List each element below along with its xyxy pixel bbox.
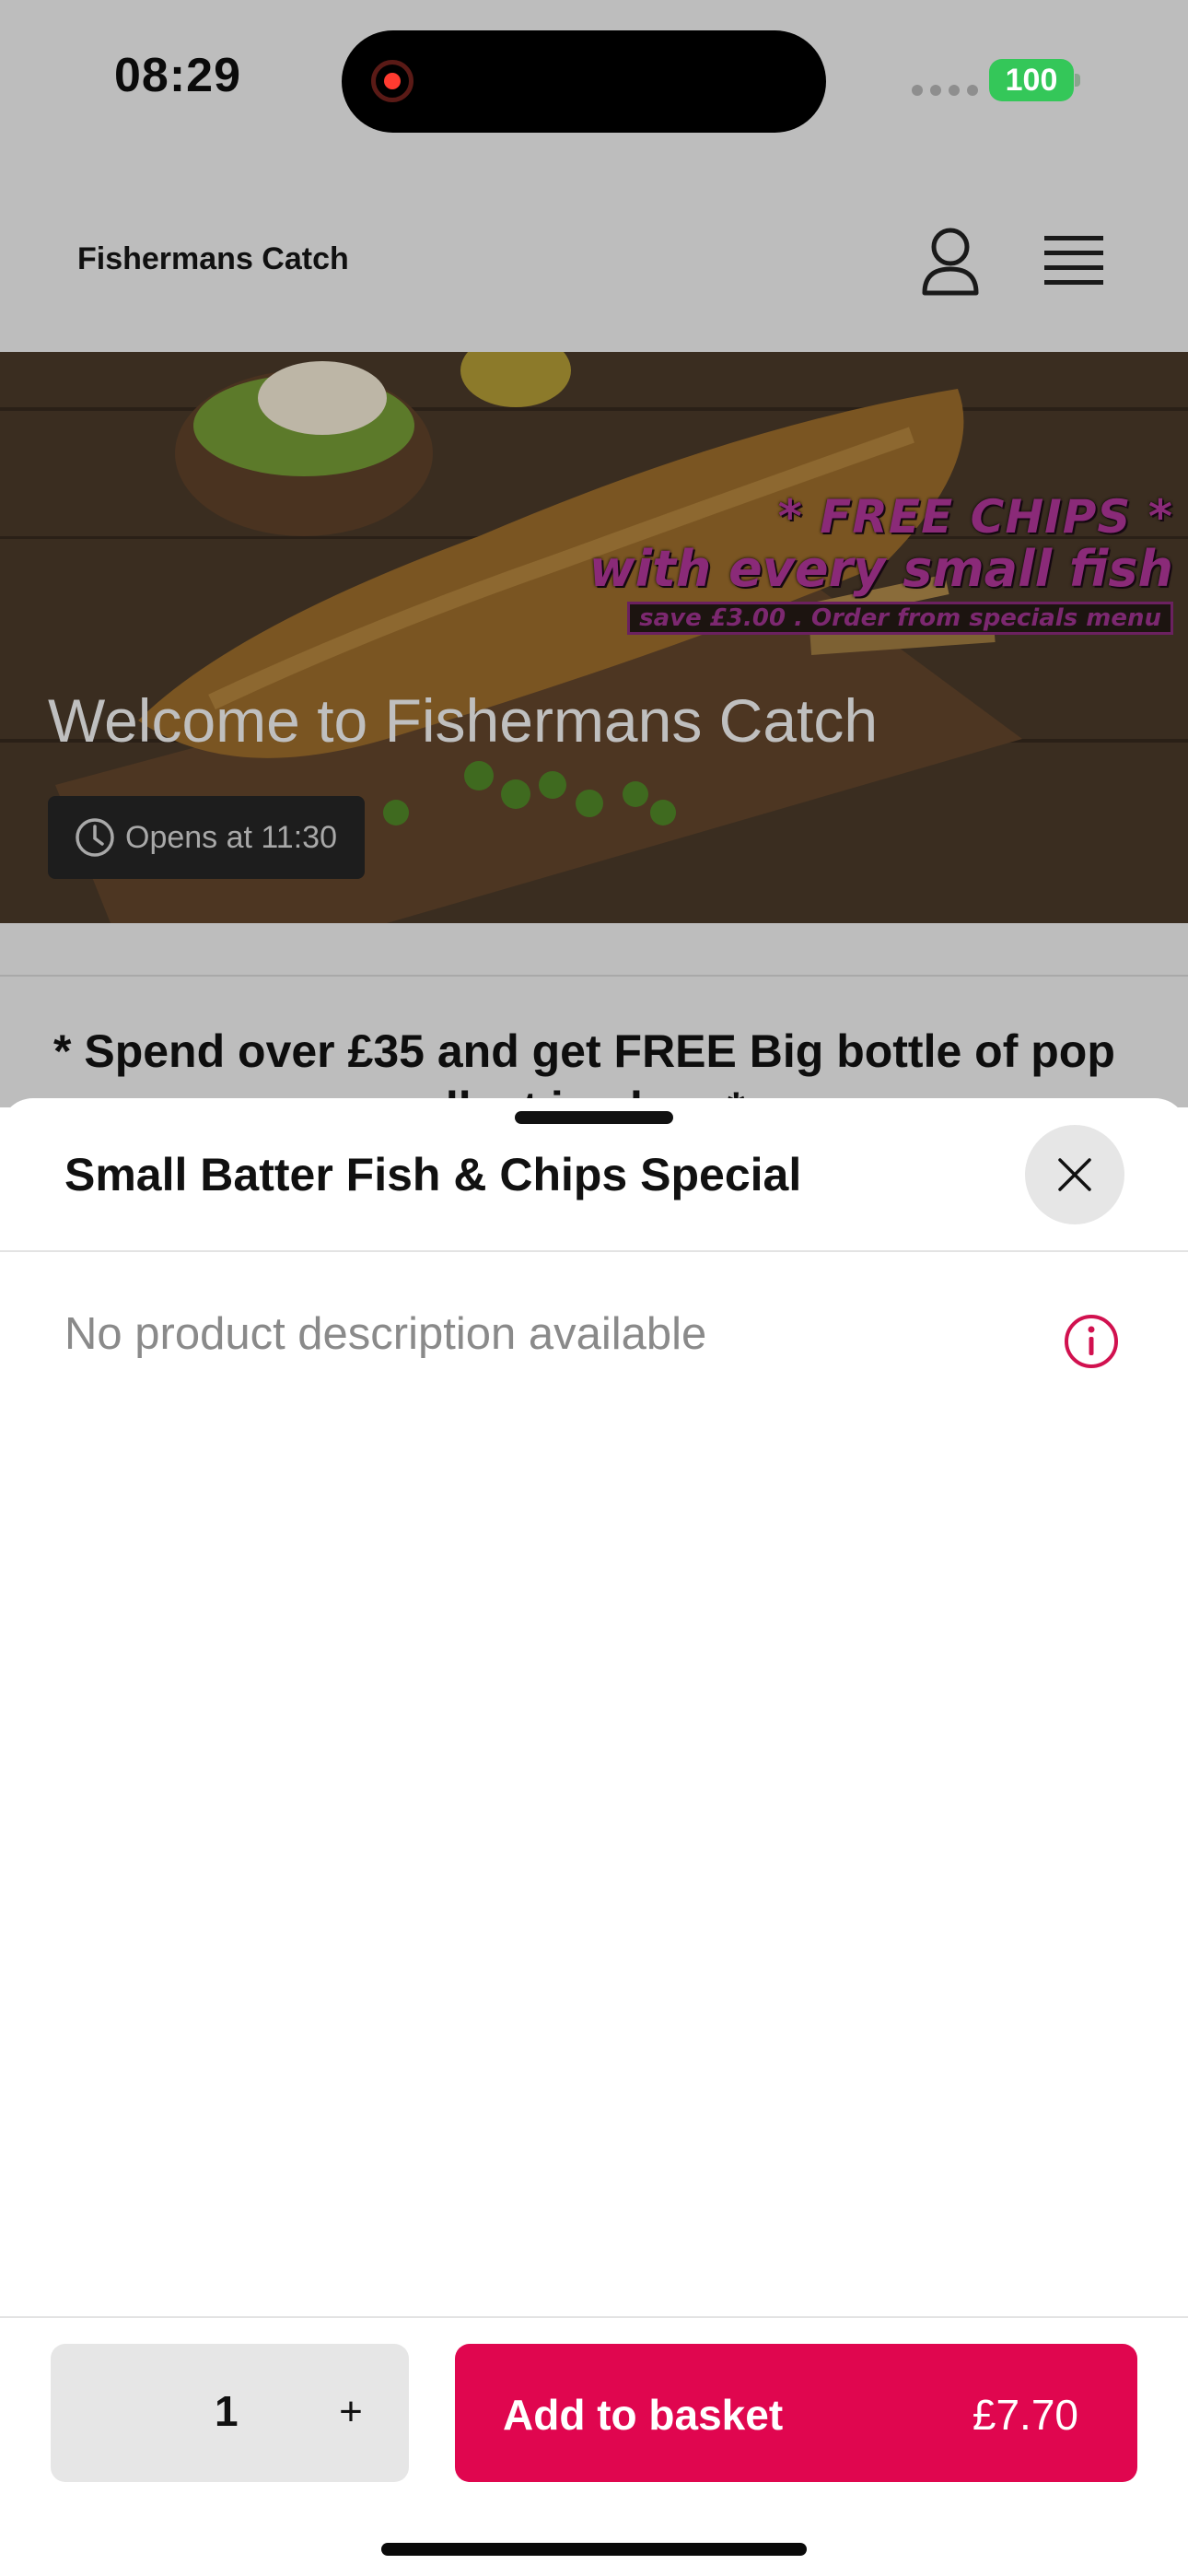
quantity-value: 1 (215, 2387, 239, 2435)
add-to-basket-button[interactable]: Add to basket £7.70 (455, 2344, 1137, 2482)
promo-subline: with every small fish (588, 540, 1173, 598)
product-title: Small Batter Fish & Chips Special (64, 1149, 802, 1200)
increment-button[interactable]: + (323, 2375, 379, 2449)
hero-banner: * FREE CHIPS * with every small fish sav… (0, 352, 1188, 923)
sheet-grabber[interactable] (515, 1111, 673, 1124)
sheet-divider (0, 1250, 1188, 1252)
opening-time-text: Opens at 11:30 (125, 820, 337, 855)
product-description: No product description available (64, 1309, 707, 1359)
status-bar: 08:29 100 (0, 0, 1188, 175)
clock-icon (76, 818, 114, 857)
info-icon[interactable] (1063, 1313, 1120, 1370)
page-content-behind: * Spend over £35 and get FREE Big bottle… (0, 923, 1188, 1134)
hero-title: Welcome to Fishermans Catch (48, 686, 879, 755)
add-to-basket-label: Add to basket (503, 2391, 784, 2439)
product-bottom-sheet: Small Batter Fish & Chips Special No pro… (0, 1098, 1188, 2576)
quantity-stepper[interactable]: 1 + (51, 2344, 409, 2482)
promo-overlay: * FREE CHIPS * with every small fish sav… (589, 490, 1173, 635)
footer-divider (0, 2316, 1188, 2318)
offer-banner-text: * Spend over £35 and get FREE Big bottle… (53, 1025, 1115, 1077)
battery-icon: 100 (989, 59, 1074, 101)
status-time: 08:29 (114, 49, 241, 102)
hamburger-menu-icon[interactable] (1044, 232, 1103, 287)
divider (0, 975, 1188, 977)
promo-headline: * FREE CHIPS * (777, 490, 1173, 544)
promo-note: save £3.00 . Order from specials menu (627, 602, 1173, 635)
brand-name[interactable]: Fishermans Catch (77, 241, 349, 277)
recording-indicator-icon (371, 60, 413, 102)
user-icon[interactable] (921, 225, 980, 299)
signal-icon (912, 85, 978, 96)
close-icon (1058, 1158, 1091, 1191)
site-header: Fishermans Catch (0, 175, 1188, 352)
product-price: £7.70 (972, 2391, 1078, 2439)
close-button[interactable] (1025, 1125, 1124, 1224)
opening-time-badge: Opens at 11:30 (48, 796, 365, 879)
dynamic-island (342, 30, 826, 133)
battery-tip (1075, 74, 1080, 87)
home-indicator (381, 2543, 807, 2556)
